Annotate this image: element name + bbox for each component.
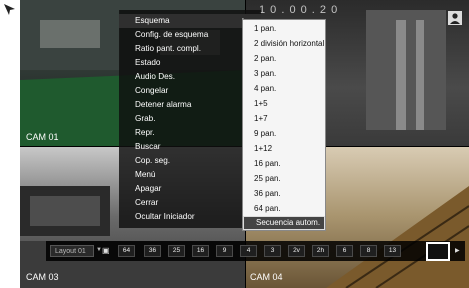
menu-item[interactable]: Esquema▶ [119, 14, 261, 28]
menu-item-label: Esquema [135, 16, 170, 25]
menu-item-label: Ocultar Iniciador [135, 212, 195, 221]
sequence-button[interactable] [426, 242, 450, 261]
split-button[interactable]: 2h [312, 245, 329, 257]
menu-item-label: Buscar [135, 142, 161, 151]
menu-item-label: Cerrar [135, 198, 159, 207]
submenu-item[interactable]: 2 pan. [254, 52, 276, 66]
launcher-toolbar: Layout 01 ▼ ▣ 64 36 25 16 9 4 3 2v 2h 6 8 13 ▶ [46, 241, 465, 261]
layout-submenu: 1 pan. 2 división horizontal 2 pan. 3 pan. 4… [242, 19, 326, 231]
split-button[interactable]: 6 [336, 245, 353, 257]
menu-item-label: Config. de esquema [135, 30, 209, 39]
submenu-item[interactable]: 1 pan. [254, 22, 276, 36]
menu-item[interactable]: Estado▶ [119, 56, 261, 70]
layout-select[interactable]: Layout 01 [50, 245, 94, 257]
split-button[interactable]: 13 [384, 245, 401, 257]
menu-item[interactable]: Cerrar [119, 196, 261, 210]
menu-item-label: Menú [135, 170, 156, 179]
menu-item-label: Ratio pant. compl. [135, 44, 201, 53]
split-button[interactable]: 3 [264, 245, 281, 257]
menu-item-label: Detener alarma [135, 100, 192, 109]
submenu-item[interactable]: 2 división horizontal [254, 37, 324, 51]
menu-item[interactable]: Detener alarma [119, 98, 261, 112]
menu-item[interactable]: Congelar [119, 84, 261, 98]
menu-item-label: Audio Des. [135, 72, 176, 81]
submenu-item[interactable]: 25 pan. [254, 172, 281, 186]
menu-item[interactable]: Ratio pant. compl. [119, 42, 261, 56]
menu-item[interactable]: Apagar [119, 182, 261, 196]
menu-item[interactable]: Ocultar Iniciador [119, 210, 261, 224]
split-button[interactable]: 16 [192, 245, 209, 257]
submenu-item[interactable]: 1+12 [254, 142, 272, 156]
menu-item[interactable]: Grab. [119, 112, 261, 126]
submenu-item[interactable]: 9 pan. [254, 127, 276, 141]
menu-item-label: Congelar [135, 86, 169, 95]
submenu-item[interactable]: 1+5 [254, 97, 268, 111]
submenu-item[interactable]: 36 pan. [254, 187, 281, 201]
menu-item[interactable]: Cop. seg. [119, 154, 261, 168]
menu-item-label: Grab. [135, 114, 156, 123]
split-button[interactable]: 2v [288, 245, 305, 257]
cursor-arrow-icon [4, 4, 15, 15]
split-button[interactable]: 36 [144, 245, 161, 257]
camera-label: CAM 03 [26, 272, 59, 282]
submenu-item[interactable]: 64 pan. [254, 202, 281, 216]
menu-item[interactable]: Buscar [119, 140, 261, 154]
menu-item-label: Cop. seg. [135, 156, 171, 165]
user-icon[interactable] [448, 11, 462, 25]
menu-item-label: Repr. [135, 128, 155, 137]
layout-edit-icon[interactable]: ▣ [102, 246, 114, 256]
split-button[interactable]: 25 [168, 245, 185, 257]
top-digit-readout: 1 0 . 0 0 . 2 0 [259, 4, 339, 16]
camera-label: CAM 04 [250, 272, 283, 282]
menu-item-label: Estado [135, 58, 161, 67]
monitor-screen: CAM 01 CAM 03 CAM 04 1 0 . 0 0 . 2 0 Esq… [20, 0, 469, 288]
split-button[interactable]: 64 [118, 245, 135, 257]
camera-label: CAM 01 [26, 132, 59, 142]
split-button[interactable]: 9 [216, 245, 233, 257]
chevron-right-icon[interactable]: ▶ [455, 247, 460, 254]
submenu-item[interactable]: 16 pan. [254, 157, 281, 171]
context-menu: Esquema▶Config. de esquema▶ Ratio pant. c… [119, 10, 261, 228]
menu-item-label: Apagar [135, 184, 162, 193]
submenu-item[interactable]: 4 pan. [254, 82, 276, 96]
submenu-item[interactable]: 1+7 [254, 112, 268, 126]
menu-item[interactable]: Menú [119, 168, 261, 182]
submenu-item[interactable]: 3 pan. [254, 67, 276, 81]
split-button[interactable]: 4 [240, 245, 257, 257]
split-button[interactable]: 8 [360, 245, 377, 257]
menu-item[interactable]: Config. de esquema▶ [119, 28, 261, 42]
menu-item[interactable]: Audio Des. [119, 70, 261, 84]
submenu-item-selected[interactable]: Secuencia autom. [243, 216, 325, 230]
menu-item[interactable]: Repr. [119, 126, 261, 140]
